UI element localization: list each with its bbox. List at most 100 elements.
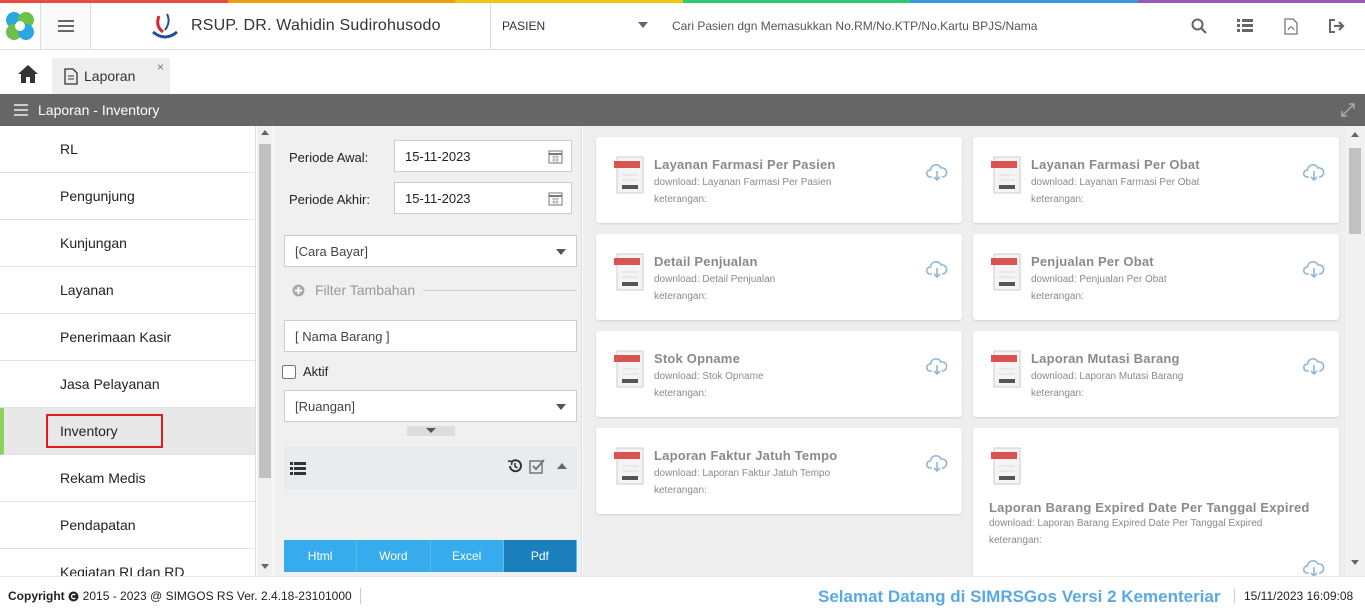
cloud-download-icon[interactable] — [926, 162, 948, 182]
report-keterangan: keterangan: — [1031, 388, 1084, 399]
logout-button[interactable] — [1314, 3, 1360, 49]
calendar-icon[interactable] — [548, 191, 563, 206]
report-download-text: download: Penjualan Per Obat — [1031, 274, 1167, 285]
divider — [423, 289, 577, 291]
report-card[interactable]: Penjualan Per Obat download: Penjualan P… — [973, 234, 1339, 320]
report-card[interactable]: Laporan Barang Expired Date Per Tanggal … — [973, 428, 1339, 576]
tab-close-icon[interactable]: × — [157, 60, 164, 74]
report-keterangan: keterangan: — [989, 535, 1042, 546]
sidebar-item-pendapatan[interactable]: Pendapatan — [0, 502, 255, 549]
chevron-down-icon[interactable] — [638, 22, 648, 28]
scroll-down-icon[interactable] — [1351, 560, 1359, 565]
cloud-download-icon[interactable] — [926, 259, 948, 279]
periode-akhir-value: 15-11-2023 — [405, 190, 471, 206]
report-download-text: download: Laporan Mutasi Barang — [1031, 371, 1184, 382]
sidebar-item-pengunjung[interactable]: Pengunjung — [0, 173, 255, 220]
history-icon[interactable] — [507, 458, 523, 474]
scroll-up-icon[interactable] — [1351, 132, 1359, 137]
simgos-logo-icon — [6, 12, 34, 40]
export-pdf-button[interactable]: Pdf — [503, 540, 577, 572]
scroll-up-icon[interactable] — [261, 130, 269, 135]
cloud-download-icon[interactable] — [926, 453, 948, 473]
report-download-text: download: Stok Opname — [654, 371, 764, 382]
status-footer: Copyright 2015 - 2023 @ SIMGOS RS Ver. 2… — [0, 576, 1365, 615]
hamburger-icon[interactable] — [14, 104, 28, 116]
sidebar-item-label: Pengunjung — [60, 188, 135, 204]
report-category-sidebar: RL Pengunjung Kunjungan Layanan Penerima… — [0, 126, 256, 576]
report-file-icon — [991, 156, 1021, 194]
sidebar-item-layanan[interactable]: Layanan — [0, 267, 255, 314]
ruangan-select[interactable]: [Ruangan] — [284, 390, 577, 422]
periode-awal-label: Periode Awal: — [289, 150, 369, 165]
collapse-toggle[interactable] — [407, 426, 455, 436]
report-card[interactable]: Layanan Farmasi Per Obat download: Layan… — [973, 137, 1339, 223]
report-title[interactable]: Layanan Farmasi Per Pasien — [654, 157, 836, 172]
search-button[interactable] — [1176, 3, 1222, 49]
header-actions — [1176, 3, 1360, 49]
panel-actions — [507, 458, 567, 474]
report-card[interactable]: Layanan Farmasi Per Pasien download: Lay… — [596, 137, 962, 223]
scrollbar-thumb[interactable] — [1349, 148, 1361, 234]
export-excel-button[interactable]: Excel — [430, 540, 504, 572]
expand-icon[interactable] — [1341, 103, 1355, 117]
periode-awal-input[interactable]: 15-11-2023 — [394, 140, 572, 172]
sidebar-item-penerimaan-kasir[interactable]: Penerimaan Kasir — [0, 314, 255, 361]
report-title[interactable]: Layanan Farmasi Per Obat — [1031, 157, 1200, 172]
patient-type-select[interactable]: PASIEN — [502, 3, 652, 49]
report-file-icon — [614, 447, 644, 485]
report-card[interactable]: Laporan Mutasi Barang download: Laporan … — [973, 331, 1339, 417]
sidebar-item-kegiatan-ri-rd[interactable]: Kegiatan RI dan RD — [0, 549, 255, 576]
cloud-download-icon[interactable] — [1303, 162, 1325, 182]
chevron-down-icon — [426, 428, 436, 433]
app-header: RSUP. DR. Wahidin Sudirohusodo PASIEN Ca… — [0, 3, 1365, 50]
report-card[interactable]: Laporan Faktur Jatuh Tempo download: Lap… — [596, 428, 962, 514]
report-title[interactable]: Laporan Faktur Jatuh Tempo — [654, 448, 837, 463]
sidebar-item-inventory[interactable]: Inventory — [0, 408, 255, 455]
cloud-download-icon[interactable] — [1303, 356, 1325, 376]
cloud-download-icon[interactable] — [1303, 259, 1325, 279]
cloud-download-icon[interactable] — [1303, 558, 1325, 576]
tab-label: Laporan — [84, 68, 136, 84]
export-word-button[interactable]: Word — [357, 540, 431, 572]
report-download-text: download: Laporan Barang Expired Date Pe… — [989, 518, 1263, 529]
cloud-download-icon[interactable] — [926, 356, 948, 376]
checkbox-box[interactable] — [282, 364, 296, 379]
export-html-button[interactable]: Html — [284, 540, 358, 572]
logout-icon — [1329, 19, 1345, 33]
section-title-bar: Laporan - Inventory — [0, 94, 1365, 126]
report-title[interactable]: Stok Opname — [654, 351, 740, 366]
aktif-checkbox[interactable]: Aktif — [282, 364, 328, 379]
scrollbar-thumb[interactable] — [259, 144, 271, 478]
report-card[interactable]: Stok Opname download: Stok Opname ketera… — [596, 331, 962, 417]
chevron-up-icon[interactable] — [557, 462, 567, 470]
check-square-icon[interactable] — [529, 458, 545, 474]
scroll-down-icon[interactable] — [261, 564, 269, 569]
report-keterangan: keterangan: — [654, 485, 707, 496]
list-icon[interactable] — [290, 461, 306, 475]
cards-scrollbar[interactable] — [1345, 126, 1365, 576]
tab-bar: Laporan × — [0, 50, 1365, 94]
tab-laporan[interactable]: Laporan × — [52, 58, 170, 94]
calendar-icon[interactable] — [548, 149, 563, 164]
report-title[interactable]: Laporan Barang Expired Date Per Tanggal … — [989, 500, 1310, 515]
report-card[interactable]: Detail Penjualan download: Detail Penjua… — [596, 234, 962, 320]
sidebar-item-rl[interactable]: RL — [0, 126, 255, 173]
list-button[interactable] — [1222, 3, 1268, 49]
pdf-button[interactable] — [1268, 3, 1314, 49]
home-button[interactable] — [8, 58, 48, 90]
report-download-text: download: Detail Penjualan — [654, 274, 776, 285]
periode-akhir-input[interactable]: 15-11-2023 — [394, 182, 572, 214]
report-title[interactable]: Laporan Mutasi Barang — [1031, 351, 1180, 366]
patient-search-input[interactable]: Cari Pasien dgn Memasukkan No.RM/No.KTP/… — [672, 3, 1142, 49]
report-title[interactable]: Detail Penjualan — [654, 254, 758, 269]
nama-barang-input[interactable]: [ Nama Barang ] — [284, 320, 577, 352]
sidebar-item-jasa-pelayanan[interactable]: Jasa Pelayanan — [0, 361, 255, 408]
filter-tambahan-toggle[interactable]: Filter Tambahan — [292, 282, 577, 298]
report-title[interactable]: Penjualan Per Obat — [1031, 254, 1154, 269]
sidebar-item-kunjungan[interactable]: Kunjungan — [0, 220, 255, 267]
app-logo[interactable] — [0, 3, 41, 49]
cara-bayar-select[interactable]: [Cara Bayar] — [284, 235, 577, 267]
sidebar-scrollbar[interactable] — [257, 126, 273, 576]
menu-toggle-button[interactable] — [41, 3, 91, 49]
sidebar-item-rekam-medis[interactable]: Rekam Medis — [0, 455, 255, 502]
